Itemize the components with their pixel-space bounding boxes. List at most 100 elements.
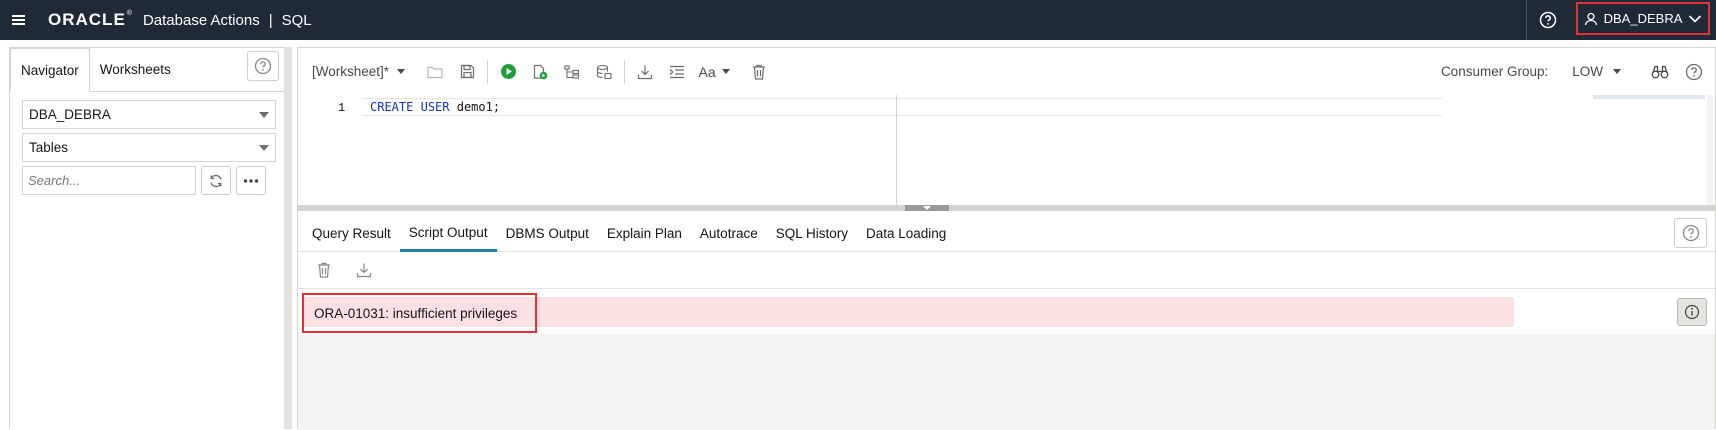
database-icon xyxy=(596,64,612,79)
indent-icon xyxy=(669,65,685,78)
explain-plan-button[interactable] xyxy=(556,57,588,87)
tab-dbms-output[interactable]: DBMS Output xyxy=(497,216,598,252)
horizontal-splitter[interactable] xyxy=(298,205,1715,211)
worksheet-name: [Worksheet]* xyxy=(312,64,390,79)
object-type-select-value: Tables xyxy=(29,140,69,155)
tab-script-output[interactable]: Script Output xyxy=(399,216,497,252)
info-icon xyxy=(1684,304,1700,320)
run-statement-button[interactable] xyxy=(492,57,524,87)
navigator-panel: Navigator Worksheets DBA_DEBRA Tables xyxy=(9,47,289,429)
error-text: ORA-01031: insufficient privileges xyxy=(314,305,518,321)
error-message: ORA-01031: insufficient privileges xyxy=(302,293,537,333)
autotrace-button[interactable] xyxy=(588,57,620,87)
app-title: Database Actions xyxy=(142,11,260,29)
menu-icon[interactable] xyxy=(0,0,36,40)
sql-keyword: USER xyxy=(420,100,450,114)
run-script-button[interactable] xyxy=(524,57,556,87)
consumer-group-value: LOW xyxy=(1572,64,1603,79)
save-button[interactable] xyxy=(451,57,483,87)
sql-editor[interactable]: 1 CREATE USER demo1; xyxy=(298,95,1715,205)
navigator-help-button[interactable] xyxy=(247,51,279,81)
help-button[interactable] xyxy=(1526,0,1568,40)
schema-select-value: DBA_DEBRA xyxy=(29,107,111,122)
tab-autotrace[interactable]: Autotrace xyxy=(691,216,767,252)
output-divider xyxy=(298,288,1715,289)
help-icon xyxy=(1539,11,1556,29)
code-line[interactable]: CREATE USER demo1; xyxy=(370,100,500,114)
oracle-logo: ORACLE® xyxy=(48,10,133,29)
toolbar-divider xyxy=(624,59,626,84)
more-actions-button[interactable] xyxy=(236,166,266,195)
sql-identifier: demo1; xyxy=(456,100,501,114)
toolbar-divider xyxy=(487,59,489,84)
object-type-select[interactable]: Tables xyxy=(22,133,276,162)
editor-ruler xyxy=(896,95,897,205)
tab-query-result[interactable]: Query Result xyxy=(303,216,400,252)
brand: ORACLE® Database Actions | SQL xyxy=(48,0,312,40)
schema-select[interactable]: DBA_DEBRA xyxy=(22,100,276,129)
folder-icon xyxy=(427,66,443,78)
consumer-group-select[interactable]: LOW xyxy=(1572,64,1621,79)
top-header: ORACLE® Database Actions | SQL DBA_DEBRA xyxy=(0,0,1716,40)
clear-button[interactable] xyxy=(743,57,775,87)
caret-down-icon xyxy=(259,111,269,118)
find-button[interactable] xyxy=(1647,57,1673,87)
line-number: 1 xyxy=(338,101,346,115)
worksheet-toolbar: [Worksheet]* Aa Consumer Group: LOW xyxy=(298,48,1715,95)
output-empty-area xyxy=(298,334,1715,430)
vertical-splitter[interactable] xyxy=(284,47,292,429)
clear-output-button[interactable] xyxy=(308,255,340,285)
error-info-button[interactable] xyxy=(1677,298,1707,326)
download-output-button[interactable] xyxy=(348,255,380,285)
collapse-handle[interactable] xyxy=(905,205,949,211)
navigator-tabs: Navigator Worksheets xyxy=(10,48,288,92)
caret-down-icon xyxy=(259,144,269,151)
output-toolbar xyxy=(308,255,380,285)
trash-icon xyxy=(753,64,766,80)
download-icon xyxy=(356,263,372,278)
consumer-group-label: Consumer Group: xyxy=(1440,64,1549,79)
sql-keyword: CREATE xyxy=(370,100,414,114)
user-name: DBA_DEBRA xyxy=(1603,11,1683,26)
caret-down-icon xyxy=(397,69,406,74)
open-button[interactable] xyxy=(419,57,451,87)
worksheet-help-button[interactable] xyxy=(1681,57,1707,87)
save-icon xyxy=(460,64,474,79)
user-menu-button[interactable]: DBA_DEBRA xyxy=(1576,2,1710,35)
run-script-icon xyxy=(533,64,548,79)
tab-worksheets[interactable]: Worksheets xyxy=(90,47,181,91)
help-icon xyxy=(1685,63,1703,80)
tab-navigator[interactable]: Navigator xyxy=(10,48,90,92)
tab-data-loading[interactable]: Data Loading xyxy=(857,216,955,252)
refresh-button[interactable] xyxy=(201,166,231,195)
user-icon xyxy=(1584,12,1597,25)
more-icon xyxy=(243,178,259,183)
tab-sql-history[interactable]: SQL History xyxy=(767,216,857,252)
font-case-button[interactable]: Aa xyxy=(693,57,735,87)
tab-explain-plan[interactable]: Explain Plan xyxy=(598,216,691,252)
title-separator: | xyxy=(268,11,273,29)
help-icon xyxy=(254,57,272,75)
run-icon xyxy=(500,64,516,79)
font-case-label: Aa xyxy=(698,63,716,80)
download-icon xyxy=(637,65,653,79)
minimap[interactable] xyxy=(1593,95,1705,99)
worksheet-area: [Worksheet]* Aa Consumer Group: LOW 1 CR… xyxy=(297,47,1716,430)
format-button[interactable] xyxy=(661,57,693,87)
page-title: SQL xyxy=(281,11,312,29)
worksheet-select[interactable]: [Worksheet]* xyxy=(312,64,406,79)
search-input[interactable] xyxy=(22,166,196,195)
binoculars-icon xyxy=(1651,65,1669,78)
current-line-highlight xyxy=(362,98,1442,116)
tree-icon xyxy=(564,64,580,79)
help-icon xyxy=(1682,224,1699,242)
caret-down-icon xyxy=(721,69,730,74)
output-tabs: Query Result Script Output DBMS Output E… xyxy=(298,216,1715,252)
trash-icon xyxy=(318,262,330,278)
refresh-icon xyxy=(210,174,222,187)
caret-down-icon xyxy=(1613,69,1621,74)
download-button[interactable] xyxy=(629,57,661,87)
chevron-down-icon xyxy=(1689,14,1702,23)
output-help-button[interactable] xyxy=(1674,218,1707,248)
editor-scrollbar[interactable] xyxy=(1707,95,1713,205)
